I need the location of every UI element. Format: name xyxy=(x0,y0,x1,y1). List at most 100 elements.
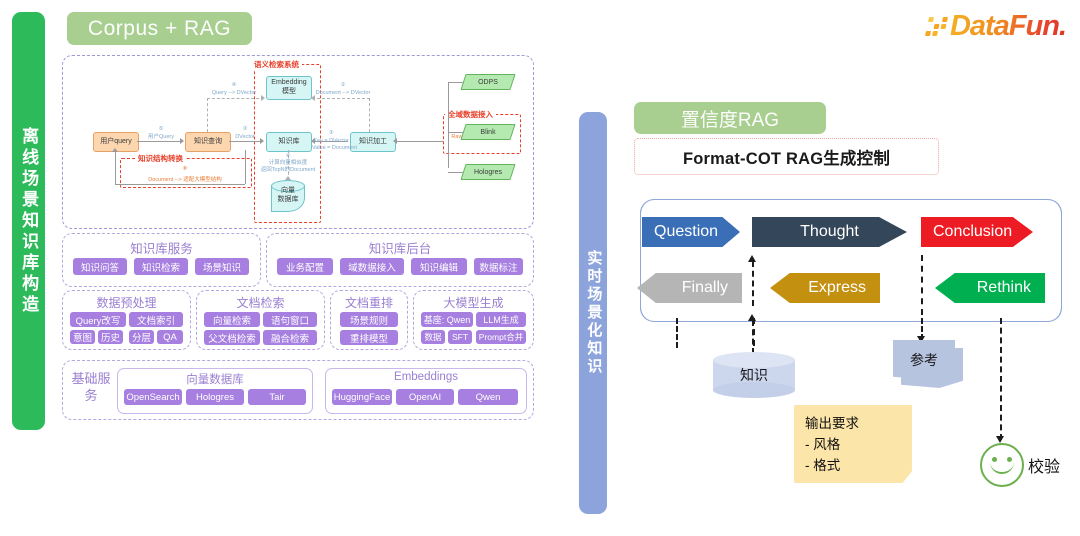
tag-item[interactable]: 重排模型 xyxy=(340,330,398,345)
architecture-diagram: 语义检索系统 全域数据接入 Raw Data --> Document ① 知识… xyxy=(62,55,534,229)
panel-title: 文档检索 xyxy=(236,296,285,310)
cot-title-box: Format-COT RAG生成控制 xyxy=(634,138,939,175)
corpus-rag-header-label: Corpus + RAG xyxy=(87,16,232,40)
tag-item[interactable]: 文档索引 xyxy=(129,312,183,327)
chevron-label: Thought xyxy=(800,223,859,240)
tag-item[interactable]: QA xyxy=(157,330,183,344)
edge-query-to-kb xyxy=(229,141,262,142)
tag-item[interactable]: 意图 xyxy=(70,330,95,344)
connector-arrow xyxy=(996,436,1004,443)
edge-arrow xyxy=(112,148,118,152)
panel-knowledge-service: 知识库服务 知识问答 知识检索 场景知识 xyxy=(62,233,261,287)
tag-item[interactable]: Qwen xyxy=(458,389,518,405)
tag-item[interactable]: 场景规则 xyxy=(340,312,398,327)
tag-item[interactable]: 场景知识 xyxy=(195,258,249,275)
tag-item[interactable]: 向量检索 xyxy=(204,312,260,327)
panel-title: 大模型生成 xyxy=(443,296,504,310)
tag-item[interactable]: 语句窗口 xyxy=(263,312,317,327)
chevron-question[interactable]: Question xyxy=(642,217,740,247)
tag-item[interactable]: 知识检索 xyxy=(134,258,188,275)
connector-knowledge-down xyxy=(753,318,755,346)
node-embedding-model: Embedding 模型 xyxy=(266,76,312,100)
knowledge-database-icon: 知识 xyxy=(713,352,795,398)
panel-title: 知识库服务 xyxy=(130,242,193,256)
tag-item[interactable]: 父文档检索 xyxy=(204,330,260,345)
edge-num-6: ③ xyxy=(242,126,248,132)
tag-item[interactable]: Query改写 xyxy=(70,312,126,327)
edge-doc-to-embedding xyxy=(312,98,370,99)
chevron-finally[interactable]: Finally xyxy=(637,273,742,303)
base-services-label: 基础服务 xyxy=(71,371,111,403)
offline-section-banner-label: 离线场景知识库构造 xyxy=(19,126,39,316)
tag-item[interactable]: 业务配置 xyxy=(277,258,333,275)
node-knowledge-base: 知识库 xyxy=(266,132,312,152)
tag-item[interactable]: Tair xyxy=(248,389,306,405)
confidence-rag-header: 置信度RAG xyxy=(634,102,826,134)
knowledge-convert-edge-num: ⑧ xyxy=(182,166,188,172)
edge-label-7: 计算向量相似度 返回TopN的Document xyxy=(260,160,316,174)
source-tree-spine xyxy=(448,82,449,168)
chevron-express[interactable]: Express xyxy=(770,273,880,303)
node-knowledge-query: 知识查询 xyxy=(185,132,231,152)
tag-item[interactable]: 分层 xyxy=(129,330,154,344)
edge-return-h xyxy=(115,184,245,185)
edge-query-up xyxy=(207,98,208,132)
edge-num-2: ② xyxy=(340,82,346,88)
edge-label-6: DVector xyxy=(235,134,255,140)
tag-item[interactable]: 域数据接入 xyxy=(340,258,404,275)
cot-title-label: Format-COT RAG生成控制 xyxy=(682,149,891,168)
chevron-rethink[interactable]: Rethink xyxy=(935,273,1045,303)
tag-item[interactable]: Prompt合并 xyxy=(476,330,526,344)
logo-text: DataFun. xyxy=(949,9,1067,42)
knowledge-convert-label: 知识结构转换 xyxy=(135,153,186,164)
realtime-section-banner-label: 实时场景化知识 xyxy=(585,250,603,376)
edge-label-2: Document --> DVector xyxy=(315,90,371,96)
edge-doc-down xyxy=(369,98,370,132)
tag-item[interactable]: 数据 xyxy=(421,330,445,344)
panel-data-preprocess: 数据预处理 Query改写 文档索引 意图 历史 分层 QA xyxy=(62,290,191,350)
tag-item[interactable]: 历史 xyxy=(98,330,123,344)
panel-title: 文档重排 xyxy=(344,296,393,310)
connector-validation-down xyxy=(1000,318,1002,440)
tag-item[interactable]: 融合检索 xyxy=(263,330,317,345)
source-blink: Blink xyxy=(460,124,516,140)
tag-item[interactable]: OpenSearch xyxy=(124,389,182,405)
chevron-label: Express xyxy=(808,279,866,296)
edge-userquery-to-query xyxy=(137,141,181,142)
note-title: 输出要求 xyxy=(805,416,859,431)
tag-item[interactable]: OpenAI xyxy=(396,389,454,405)
group-embeddings: Embeddings HuggingFace OpenAI Qwen xyxy=(325,368,527,414)
datafun-logo: DataFun. xyxy=(924,9,1067,43)
knowledge-convert-edge-text: Document --> 适配大模型结构 xyxy=(148,177,222,183)
panel-title: 知识库后台 xyxy=(368,242,432,256)
tag-item[interactable]: 基座: Qwen xyxy=(421,312,473,327)
source-branch-blink xyxy=(448,132,463,133)
panel-title: 数据预处理 xyxy=(96,296,157,310)
reference-document-icon: 参考 xyxy=(893,340,963,388)
tag-item[interactable]: SFT xyxy=(448,330,472,344)
chevron-thought[interactable]: Thought xyxy=(752,217,907,247)
validation-smiley-icon xyxy=(980,443,1024,487)
edge-label-3: Key = DVector Value = Document xyxy=(312,138,357,152)
connector-arrow xyxy=(748,255,756,262)
panel-base-services: 基础服务 向量数据库 OpenSearch Hologres Tair Embe… xyxy=(62,360,534,420)
tag-item[interactable]: HuggingFace xyxy=(332,389,392,405)
chevron-conclusion[interactable]: Conclusion xyxy=(921,217,1033,247)
edge-return-up xyxy=(115,150,116,184)
validation-label: 校验 xyxy=(1028,459,1061,476)
edge-num-3: ③ xyxy=(328,130,334,136)
knowledge-database-label: 知识 xyxy=(740,367,768,383)
source-branch-odps xyxy=(448,82,463,83)
tag-item[interactable]: 数据标注 xyxy=(474,258,523,275)
note-item: - 格式 xyxy=(805,457,841,473)
edge-raw-to-process xyxy=(394,141,443,142)
tag-item[interactable]: 知识编辑 xyxy=(411,258,467,275)
panel-document-rerank: 文档重排 场景规则 重排模型 xyxy=(330,290,408,350)
tag-item[interactable]: Hologres xyxy=(186,389,244,405)
edge-label-4: Query --> DVector xyxy=(211,90,257,96)
tag-item[interactable]: LLM生成 xyxy=(476,312,526,327)
tag-item[interactable]: 知识问答 xyxy=(73,258,127,275)
edge-num-7: ④ xyxy=(285,153,291,159)
edge-num-4: ④ xyxy=(231,82,237,88)
reference-document-label: 参考 xyxy=(910,352,938,368)
